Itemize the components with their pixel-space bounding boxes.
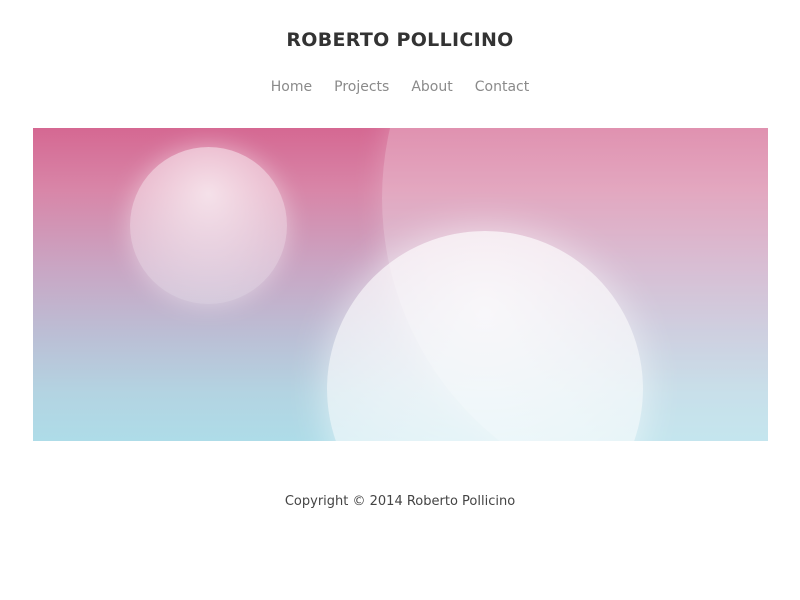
copyright-text: Copyright © 2014 Roberto Pollicino (284, 494, 516, 509)
nav-link-about[interactable]: About (411, 77, 452, 97)
hero-bubble-small (130, 147, 287, 304)
nav-link-contact[interactable]: Contact (475, 77, 529, 97)
site-footer: Copyright © 2014 Roberto Pollicino (0, 490, 800, 511)
nav-link-home[interactable]: Home (271, 77, 312, 97)
hero-banner-image (33, 128, 768, 441)
site-title-link[interactable]: ROBERTO POLLICINO (0, 28, 800, 52)
main-nav: Home Projects About Contact (0, 77, 800, 97)
nav-link-projects[interactable]: Projects (334, 77, 389, 97)
